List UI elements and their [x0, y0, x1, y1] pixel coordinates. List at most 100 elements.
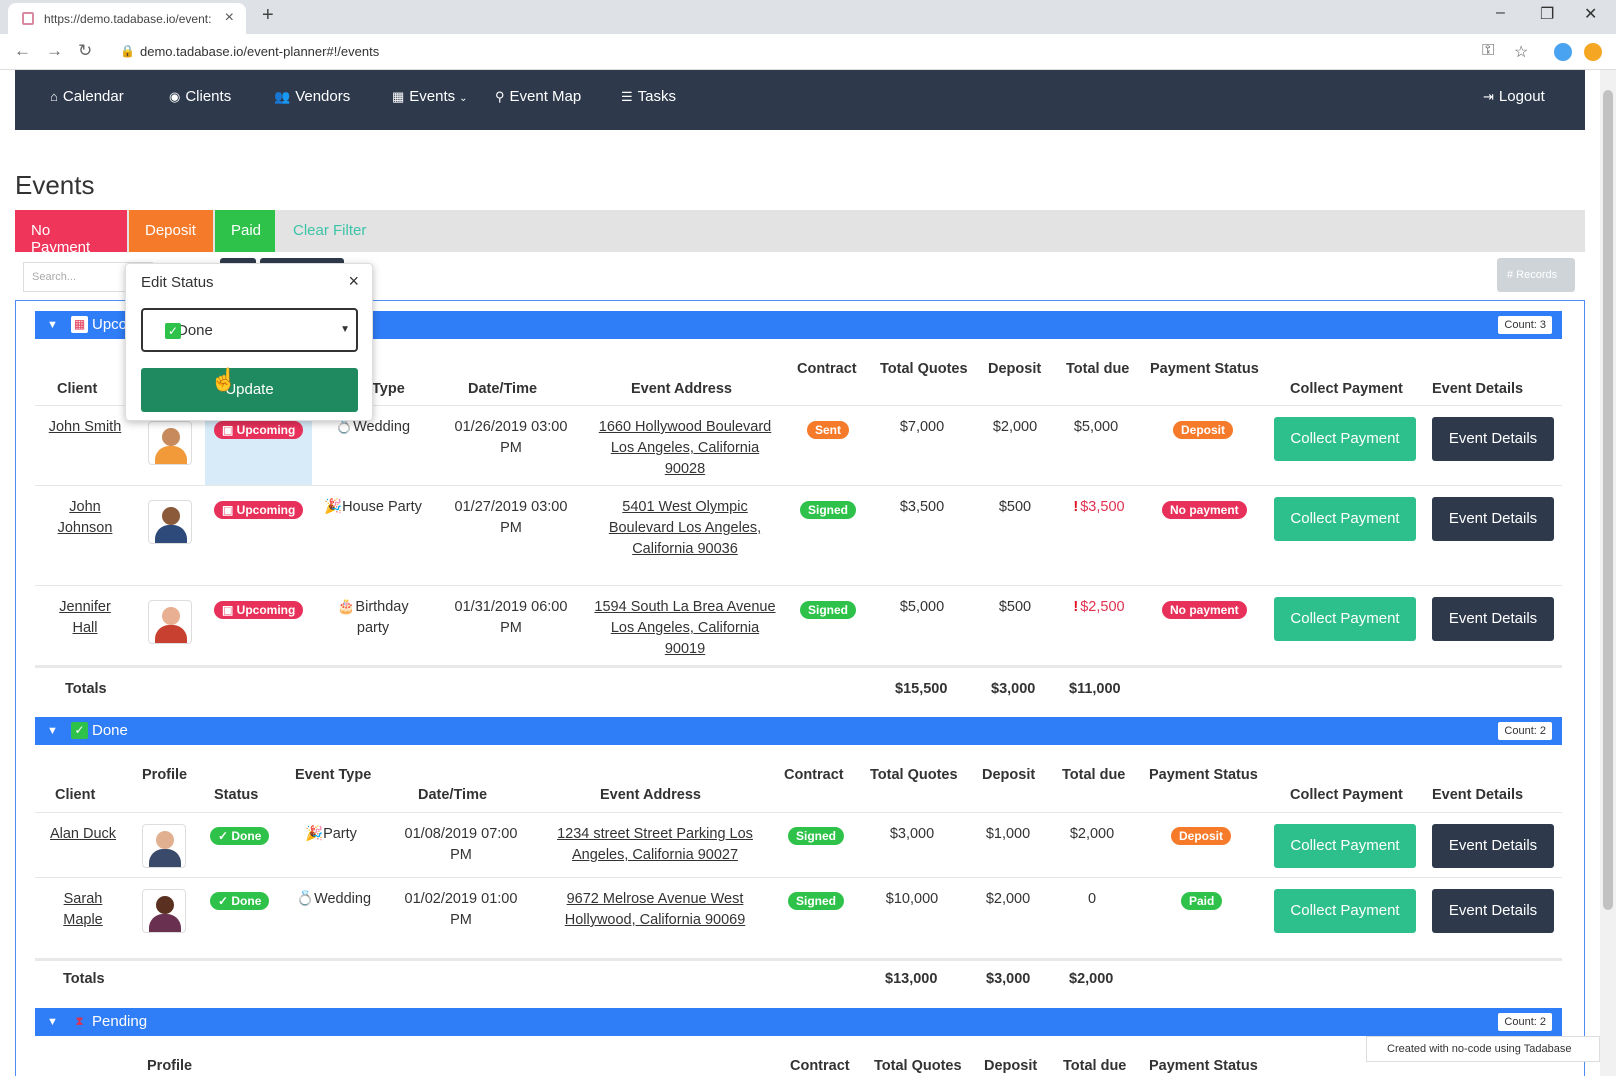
client-link[interactable]: Alan Duck [45, 824, 121, 845]
tab-favicon-icon [22, 12, 34, 25]
col-total-quotes: Total Quotes [874, 1058, 962, 1074]
avatar [148, 600, 192, 644]
col-total-due: Total due [1062, 767, 1126, 783]
reload-icon[interactable]: ↻ [78, 41, 92, 61]
client-link[interactable]: Jennifer Hall [55, 597, 115, 639]
group-header-done[interactable]: ▼ ✓ Done Count: 2 [35, 717, 1562, 745]
payment-status-badge: Deposit [1173, 421, 1234, 439]
filter-bar: No Payment Deposit Paid Clear Filter [15, 210, 1585, 256]
collect-payment-button[interactable]: Collect Payment [1274, 597, 1416, 641]
nav-calendar[interactable]: ⌂ Calendar [50, 88, 124, 105]
scrollbar-thumb[interactable] [1603, 90, 1613, 910]
event-address-link[interactable]: 1660 Hollywood Boulevard Los Angeles, Ca… [590, 417, 780, 480]
extension-icon[interactable] [1554, 43, 1572, 61]
filter-deposit-button[interactable]: Deposit [129, 210, 213, 252]
url-field[interactable]: 🔒 demo.tadabase.io/event-planner#!/event… [114, 39, 1464, 65]
event-address-link[interactable]: 9672 Melrose Avenue West Hollywood, Cali… [560, 889, 750, 931]
group-label: Upco [92, 316, 128, 333]
event-address-link[interactable]: 1594 South La Brea Avenue Los Angeles, C… [590, 597, 780, 660]
event-details-button[interactable]: Event Details [1432, 597, 1554, 641]
event-details-button[interactable]: Event Details [1432, 497, 1554, 541]
update-button[interactable]: Update [141, 368, 358, 412]
nav-vendors[interactable]: 👥 Vendors [274, 88, 350, 105]
row-divider [35, 585, 1562, 586]
page-title: Events [15, 170, 95, 200]
browser-tab[interactable]: https://demo.tadabase.io/event: × [8, 3, 246, 34]
page-scrollbar[interactable] [1600, 70, 1616, 1076]
profile-icon[interactable] [1584, 43, 1602, 61]
tadabase-badge[interactable]: Created with no-code using Tadabase [1366, 1036, 1600, 1062]
collapse-caret-icon[interactable]: ▼ [47, 319, 58, 331]
collect-payment-button[interactable]: Collect Payment [1274, 497, 1416, 541]
group-header-pending[interactable]: ▼ ⧗ Pending Count: 2 [35, 1008, 1562, 1036]
lock-icon: 🔒 [120, 44, 135, 58]
records-button[interactable]: # Records [1497, 258, 1575, 292]
col-event-details: Event Details [1432, 787, 1524, 803]
collapse-caret-icon[interactable]: ▼ [47, 725, 58, 737]
filter-no-payment-button[interactable]: No Payment [15, 210, 127, 256]
collapse-caret-icon[interactable]: ▼ [47, 1016, 58, 1028]
event-address-link[interactable]: 1234 street Street Parking Los Angeles, … [550, 824, 760, 866]
forward-icon[interactable]: → [46, 41, 63, 61]
clear-filter-link[interactable]: Clear Filter [293, 222, 366, 239]
tab-close-icon[interactable]: × [225, 9, 234, 27]
group-count: Count: 2 [1498, 1013, 1552, 1031]
status-badge: ▣ Upcoming [214, 601, 304, 619]
event-datetime: 01/02/2019 01:00 PM [404, 891, 518, 928]
total-due: 0 [1087, 891, 1097, 907]
footer-text: Created with no-code using Tadabase [1387, 1043, 1572, 1055]
event-type: 🎉Party [305, 824, 357, 845]
avatar [148, 421, 192, 465]
party-hat-icon: 🎉 [324, 499, 343, 515]
key-icon[interactable]: ⚿ [1482, 42, 1494, 60]
calendar-icon: ▣ [222, 423, 237, 437]
minimize-icon[interactable]: – [1496, 4, 1505, 22]
contract-badge: Signed [800, 601, 857, 619]
event-datetime: 01/26/2019 03:00 PM [454, 419, 568, 456]
col-payment-status: Payment Status [1149, 767, 1258, 783]
client-link[interactable]: Sarah Maple [53, 889, 113, 931]
status-badge: ▣ Upcoming [214, 421, 304, 439]
close-icon[interactable]: × [348, 271, 359, 292]
filter-paid-button[interactable]: Paid [215, 210, 275, 252]
totals-deposit: $3,000 [991, 681, 1036, 697]
checkbox-icon: ✓ [165, 323, 181, 339]
collect-payment-button[interactable]: Collect Payment [1274, 889, 1416, 933]
collect-payment-button[interactable]: Collect Payment [1274, 417, 1416, 461]
nav-clients[interactable]: ◉ Clients [169, 88, 231, 105]
back-icon[interactable]: ← [14, 41, 31, 61]
totals-label: Totals [65, 681, 107, 697]
calendar-icon: ▦ [71, 316, 88, 333]
nav-event-map-label: Event Map [509, 88, 582, 105]
new-tab-icon[interactable]: + [262, 4, 274, 27]
totals-divider [35, 665, 1562, 668]
client-link[interactable]: John Johnson [55, 497, 115, 539]
col-total-quotes: Total Quotes [870, 767, 958, 783]
nav-event-map[interactable]: ⚲ Event Map [495, 88, 581, 105]
collect-payment-button[interactable]: Collect Payment [1274, 824, 1416, 868]
nav-events[interactable]: ▦ Events ⌄ [392, 88, 468, 105]
event-details-button[interactable]: Event Details [1432, 417, 1554, 461]
bookmark-star-icon[interactable]: ☆ [1514, 42, 1528, 62]
home-icon: ⌂ [50, 89, 58, 104]
status-select[interactable]: ✓ Done ▼ [141, 308, 358, 352]
nav-events-label: Events [409, 88, 456, 105]
window-close-icon[interactable]: ✕ [1584, 4, 1597, 24]
event-details-button[interactable]: Event Details [1432, 824, 1554, 868]
row-divider [35, 485, 1562, 486]
event-address-link[interactable]: 5401 West Olympic Boulevard Los Angeles,… [600, 497, 770, 560]
restore-icon[interactable]: ❐ [1540, 4, 1554, 24]
tasks-icon: ☰ [621, 89, 633, 104]
users-icon: 👥 [274, 89, 291, 104]
total-due: ! $2,500 [1056, 597, 1142, 618]
nav-calendar-label: Calendar [62, 88, 124, 105]
nav-logout[interactable]: ⇥ Logout [1483, 88, 1545, 105]
client-link[interactable]: John Smith [45, 417, 125, 438]
col-datetime: Date/Time [418, 787, 488, 803]
col-payment-status: Payment Status [1149, 1058, 1258, 1074]
nav-tasks[interactable]: ☰ Tasks [621, 88, 676, 105]
tab-title: https://demo.tadabase.io/event: [44, 12, 212, 26]
event-details-button[interactable]: Event Details [1432, 889, 1554, 933]
browser-tab-bar: https://demo.tadabase.io/event: × + – ❐ … [0, 0, 1616, 34]
row-divider [35, 877, 1562, 878]
